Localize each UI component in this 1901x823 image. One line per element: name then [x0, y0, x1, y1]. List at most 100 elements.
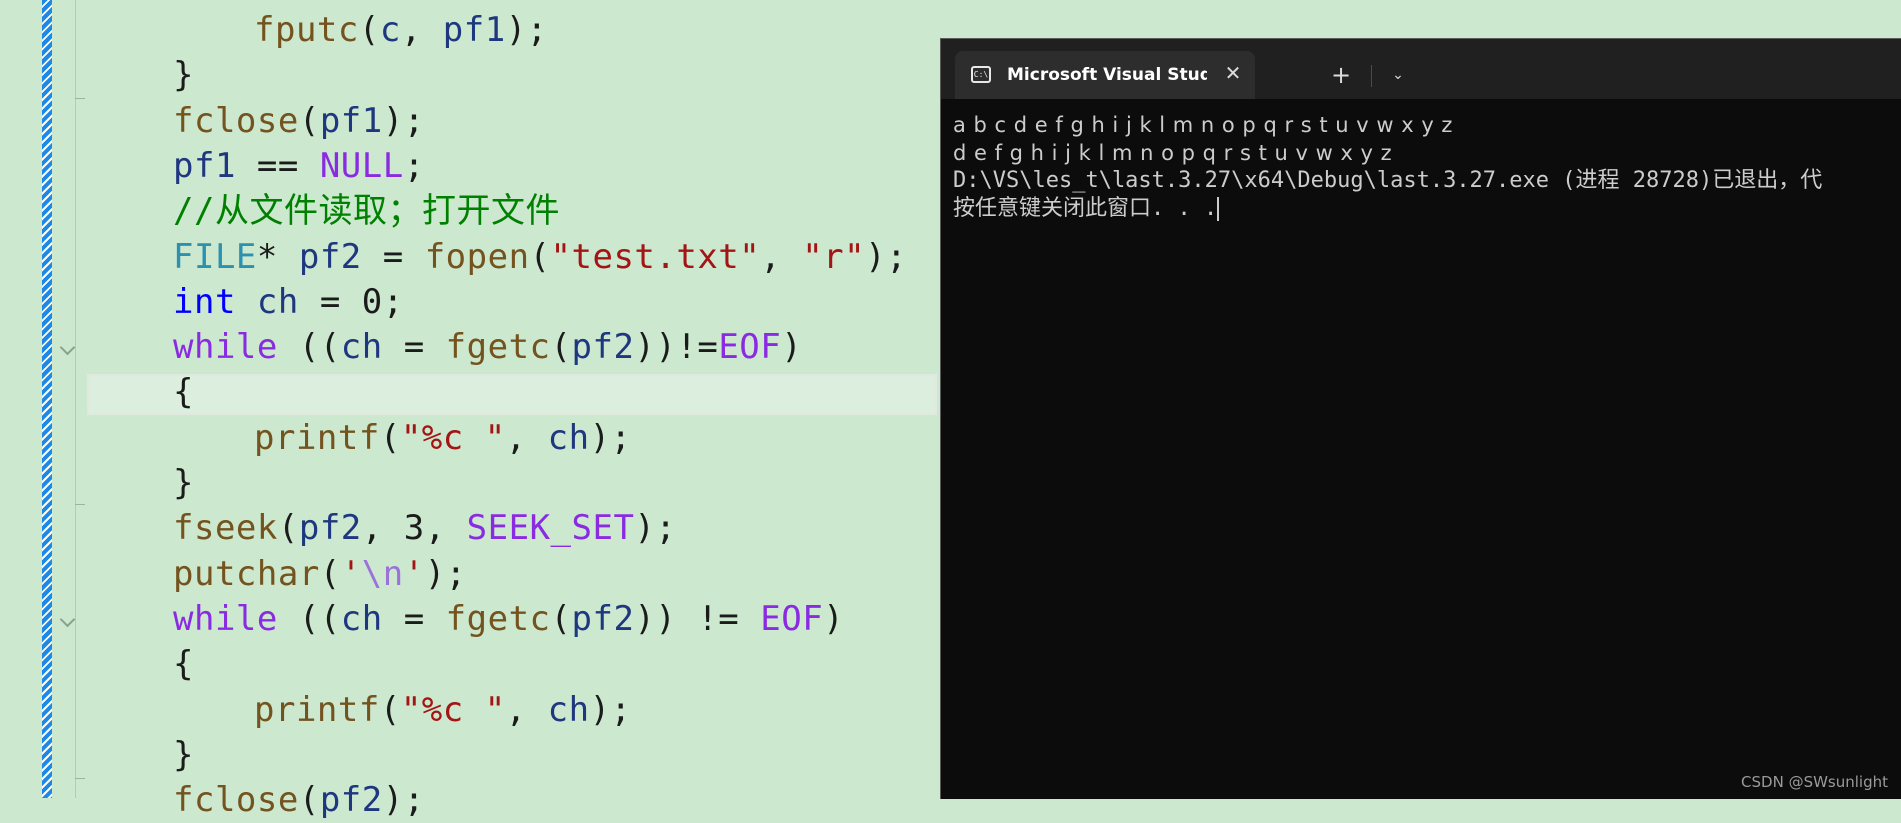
code-line[interactable]: printf("%c ", ch); [254, 416, 632, 461]
code-line[interactable]: fputc(c, pf1); [254, 8, 548, 53]
code-token: , [505, 689, 548, 730]
code-token: (( [277, 598, 341, 639]
code-token: "%c " [400, 689, 506, 730]
code-token: ( [298, 780, 320, 821]
code-token: } [173, 55, 194, 96]
code-token: int [173, 281, 236, 322]
collapse-chevron-icon[interactable] [59, 611, 76, 628]
code-token: fgetc [445, 327, 551, 368]
code-token: } [173, 463, 194, 503]
code-line[interactable]: int ch = 0; [173, 280, 404, 325]
code-token: = [298, 281, 362, 322]
output-line-with-cursor: 按任意键关闭此窗口. . . [953, 195, 1893, 223]
code-token: fseek [173, 508, 278, 549]
code-token: while [173, 327, 278, 368]
code-line[interactable]: //从文件读取；打开文件 [173, 189, 560, 234]
code-line[interactable]: } [173, 53, 194, 98]
code-token: ch [547, 417, 590, 458]
code-line[interactable]: { [173, 642, 194, 687]
code-token: fgetc [445, 598, 551, 639]
code-token: ); [424, 553, 467, 594]
tab-dropdown-chevron-icon[interactable]: ⌄ [1386, 65, 1410, 85]
code-token: ; [403, 145, 425, 186]
code-token: ch [547, 689, 590, 730]
code-token: pf2 [298, 236, 362, 277]
code-line[interactable]: fseek(pf2, 3, SEEK_SET); [173, 506, 676, 551]
code-token: , [400, 10, 443, 50]
code-line[interactable]: printf("%c ", ch); [254, 688, 632, 733]
code-token: ( [529, 236, 551, 277]
output-line: d e f g h i j k l m n o p q r s t u v w … [953, 141, 1393, 165]
debug-console-window[interactable]: C:\ Microsoft Visual Studio 调试控制台 ✕ + ⌄ … [940, 38, 1901, 799]
code-token: == [235, 145, 320, 186]
output-line: D:\VS\les_t\last.3.27\x64\Debug\last.3.2… [953, 168, 1823, 193]
code-token: ch [256, 281, 299, 322]
code-token: ( [298, 100, 320, 141]
code-token: printf [254, 689, 380, 730]
code-token: pf2 [571, 327, 635, 368]
code-line[interactable]: fclose(pf2); [173, 778, 425, 823]
code-token: ' [403, 553, 425, 594]
code-line[interactable]: } [173, 733, 194, 778]
code-token: )) != [634, 598, 761, 639]
code-token: pf1 [442, 10, 506, 50]
code-token: ); [382, 780, 425, 821]
code-token: ); [865, 236, 908, 277]
code-token: ' [340, 553, 362, 594]
code-token: ( [550, 598, 572, 639]
terminal-output[interactable]: a b c d e f g h i j k l m n o p q r s t … [953, 111, 1893, 711]
code-token: ) [781, 327, 803, 368]
code-token: = [382, 327, 446, 368]
code-token: , [760, 236, 803, 277]
code-token: SEEK_SET [466, 508, 635, 549]
output-text: 按任意键关闭此窗口. . . [953, 196, 1218, 221]
code-token: = [382, 598, 446, 639]
outline-end-marker [75, 504, 85, 505]
code-token: , [424, 508, 467, 549]
code-line[interactable]: fclose(pf1); [173, 99, 425, 144]
code-token: pf2 [571, 598, 635, 639]
code-token: c [379, 10, 401, 50]
code-token: pf2 [298, 508, 362, 549]
code-token: ) [823, 598, 845, 639]
code-token: EOF [718, 327, 782, 368]
code-token: "r" [802, 236, 866, 277]
terminal-icon: C:\ [971, 66, 991, 83]
code-token: ( [550, 327, 572, 368]
code-token: "test.txt" [550, 236, 761, 277]
terminal-tab[interactable]: C:\ Microsoft Visual Studio 调试控制台 ✕ [955, 51, 1255, 99]
code-token: ); [505, 10, 548, 50]
code-line[interactable]: pf1 == NULL; [173, 144, 425, 189]
code-token: } [173, 734, 194, 775]
code-line[interactable]: } [173, 461, 194, 506]
code-token: ( [358, 10, 380, 50]
code-token: fclose [173, 100, 299, 141]
collapse-chevron-icon[interactable] [59, 339, 76, 356]
code-line[interactable]: { [173, 370, 194, 415]
code-line[interactable]: while ((ch = fgetc(pf2)) != EOF) [173, 597, 844, 642]
code-token: ); [382, 100, 425, 141]
close-tab-icon[interactable]: ✕ [1221, 61, 1245, 85]
code-token: EOF [760, 598, 824, 639]
code-line[interactable]: FILE* pf2 = fopen("test.txt", "r"); [173, 235, 907, 280]
code-line[interactable]: while ((ch = fgetc(pf2))!=EOF) [173, 325, 802, 370]
code-token: pf2 [319, 780, 383, 821]
code-token: { [173, 372, 194, 413]
outline-end-marker [75, 98, 85, 99]
new-tab-button[interactable]: + [1327, 61, 1355, 89]
code-token: fputc [254, 10, 359, 50]
code-token: ( [379, 689, 401, 730]
terminal-titlebar: C:\ Microsoft Visual Studio 调试控制台 ✕ + ⌄ [941, 39, 1901, 99]
code-token: ch [340, 327, 383, 368]
output-line: a b c d e f g h i j k l m n o p q r s t … [953, 113, 1453, 137]
code-token: ))!= [634, 327, 719, 368]
code-line[interactable]: putchar('\n'); [173, 552, 467, 597]
code-token: ; [382, 281, 404, 322]
outline-guide-line [75, 0, 76, 798]
current-line-highlight [87, 374, 937, 415]
code-token: pf1 [319, 100, 383, 141]
code-token: = [361, 236, 425, 277]
code-token: \n [361, 553, 404, 594]
code-token: while [173, 598, 278, 639]
